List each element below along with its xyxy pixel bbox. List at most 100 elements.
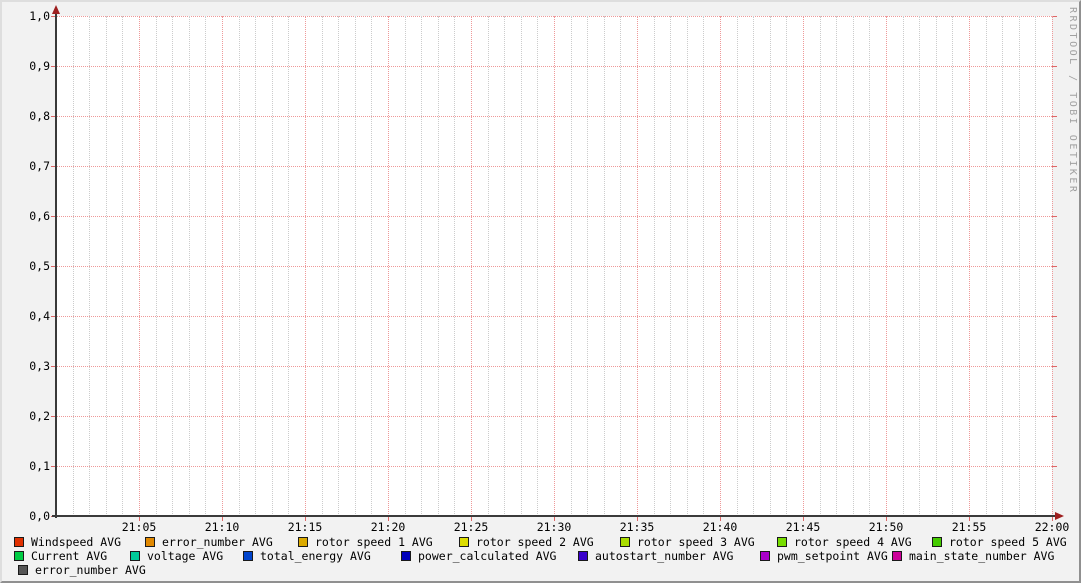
gridline-major-v — [720, 16, 721, 516]
legend-swatch — [932, 537, 942, 547]
legend-label: rotor speed 3 AVG — [637, 536, 755, 549]
gridline-minor-v — [521, 16, 522, 516]
y-axis-label: 0,3 — [7, 359, 50, 373]
watermark: RRDTOOL / TOBI OETIKER — [1067, 7, 1078, 194]
gridline-major-v — [305, 16, 306, 516]
y-axis-label: 0,5 — [7, 259, 50, 273]
y-axis-label: 0,0 — [7, 509, 50, 523]
gridline-minor-v — [405, 16, 406, 516]
legend-label: rotor speed 4 AVG — [794, 536, 912, 549]
y-axis-label: 0,4 — [7, 309, 50, 323]
y-axis-label: 0,8 — [7, 109, 50, 123]
y-axis-label: 0,7 — [7, 159, 50, 173]
gridline-major-v — [554, 16, 555, 516]
rrdtool-graph: 1,00,90,80,70,60,50,40,30,20,10,021:0521… — [0, 0, 1081, 583]
y-axis-label: 0,9 — [7, 59, 50, 73]
y-axis-label: 0,1 — [7, 459, 50, 473]
y-axis-label: 0,6 — [7, 209, 50, 223]
gridline-minor-v — [919, 16, 920, 516]
gridline-minor-v — [770, 16, 771, 516]
gridline-minor-v — [737, 16, 738, 516]
gridline-minor-v — [338, 16, 339, 516]
gridline-major-v — [471, 16, 472, 516]
gridline-major-v — [637, 16, 638, 516]
gridline-minor-v — [687, 16, 688, 516]
legend-label: rotor speed 2 AVG — [476, 536, 594, 549]
gridline-minor-v — [952, 16, 953, 516]
gridline-minor-v — [537, 16, 538, 516]
gridline-minor-v — [438, 16, 439, 516]
x-axis-label: 21:40 — [692, 521, 748, 534]
gridline-minor-v — [122, 16, 123, 516]
y-axis-line — [55, 13, 57, 518]
gridline-major-v — [969, 16, 970, 516]
gridline-minor-v — [654, 16, 655, 516]
legend-label: rotor speed 1 AVG — [315, 536, 433, 549]
legend-label: error_number AVG — [162, 536, 273, 549]
legend-swatch — [130, 551, 140, 561]
x-axis-label: 21:55 — [941, 521, 997, 534]
gridline-minor-v — [371, 16, 372, 516]
gridline-minor-v — [604, 16, 605, 516]
gridline-minor-v — [454, 16, 455, 516]
gridline-minor-v — [936, 16, 937, 516]
gridline-minor-v — [571, 16, 572, 516]
gridline-minor-v — [205, 16, 206, 516]
legend-swatch — [892, 551, 902, 561]
legend-label: power_calculated AVG — [418, 550, 556, 563]
gridline-minor-v — [620, 16, 621, 516]
gridline-minor-v — [703, 16, 704, 516]
legend-swatch — [298, 537, 308, 547]
gridline-minor-v — [986, 16, 987, 516]
gridline-minor-v — [504, 16, 505, 516]
gridline-minor-v — [1002, 16, 1003, 516]
gridline-minor-v — [73, 16, 74, 516]
legend-label: Windspeed AVG — [31, 536, 121, 549]
x-axis-arrow-icon — [1055, 512, 1064, 520]
legend-label: rotor speed 5 AVG — [949, 536, 1067, 549]
gridline-minor-v — [836, 16, 837, 516]
legend-label: Current AVG — [31, 550, 107, 563]
gridline-major-v — [222, 16, 223, 516]
x-axis-label: 21:45 — [775, 521, 831, 534]
x-axis-label: 21:05 — [111, 521, 167, 534]
x-axis-line — [52, 515, 1056, 517]
legend-label: voltage AVG — [147, 550, 223, 563]
gridline-minor-v — [255, 16, 256, 516]
gridline-minor-v — [786, 16, 787, 516]
legend-swatch — [401, 551, 411, 561]
legend-label: main_state_number AVG — [909, 550, 1054, 563]
gridline-minor-v — [869, 16, 870, 516]
legend-swatch — [145, 537, 155, 547]
gridline-major-v — [388, 16, 389, 516]
legend-swatch — [243, 551, 253, 561]
legend-swatch — [760, 551, 770, 561]
gridline-minor-v — [853, 16, 854, 516]
gridline-minor-v — [272, 16, 273, 516]
gridline-minor-v — [1035, 16, 1036, 516]
legend-swatch — [777, 537, 787, 547]
x-axis-label: 22:00 — [1024, 521, 1080, 534]
gridline-minor-v — [156, 16, 157, 516]
gridline-minor-v — [239, 16, 240, 516]
gridline-minor-v — [1019, 16, 1020, 516]
y-axis-label: 1,0 — [7, 9, 50, 23]
legend-swatch — [620, 537, 630, 547]
legend-swatch — [18, 565, 28, 575]
x-axis-label: 21:50 — [858, 521, 914, 534]
gridline-minor-v — [355, 16, 356, 516]
gridline-minor-v — [421, 16, 422, 516]
x-axis-label: 21:20 — [360, 521, 416, 534]
legend-label: pwm_setpoint AVG — [777, 550, 888, 563]
x-axis-label: 21:25 — [443, 521, 499, 534]
gridline-minor-v — [172, 16, 173, 516]
gridline-minor-v — [89, 16, 90, 516]
legend-label: error_number AVG — [35, 564, 146, 577]
gridline-minor-v — [903, 16, 904, 516]
gridline-major-v — [139, 16, 140, 516]
gridline-minor-v — [106, 16, 107, 516]
y-axis-arrow-icon — [52, 5, 60, 14]
gridline-minor-v — [288, 16, 289, 516]
gridline-major-v — [886, 16, 887, 516]
x-axis-label: 21:15 — [277, 521, 333, 534]
